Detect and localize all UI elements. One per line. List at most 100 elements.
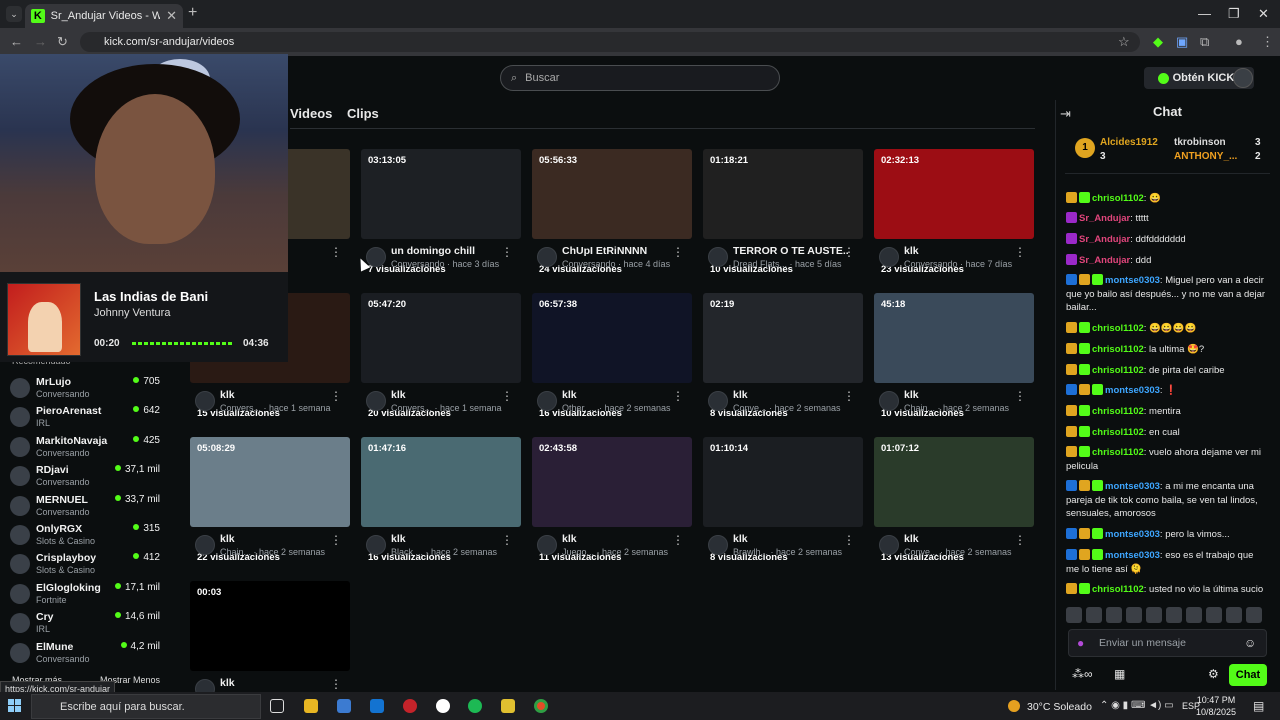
user-avatar[interactable] [1233,68,1253,88]
file-explorer-icon[interactable] [304,699,318,713]
more-options-icon[interactable]: ⋮ [843,245,855,259]
video-title[interactable]: klk [733,533,848,545]
channel-avatar[interactable] [537,535,557,555]
extensions-puzzle-icon[interactable]: ⧉ [1200,34,1209,50]
video-card[interactable]: 01:18:21 10 visualizaciones TERROR O TE AU… [703,149,863,281]
chat-username[interactable]: chrisol1102 [1092,323,1144,334]
more-options-icon[interactable]: ⋮ [672,245,684,259]
more-options-icon[interactable]: ⋮ [330,245,342,259]
video-title[interactable]: un domingo chill [391,245,506,257]
chat-username[interactable]: chrisol1102 [1092,406,1144,417]
more-options-icon[interactable]: ⋮ [330,533,342,547]
video-title[interactable]: klk [562,533,677,545]
more-options-icon[interactable]: ⋮ [501,389,513,403]
close-tab-icon[interactable]: ✕ [166,8,177,24]
more-options-icon[interactable]: ⋮ [1014,389,1026,403]
back-icon[interactable]: ← [10,34,23,49]
tab-clips[interactable]: Clips [347,106,379,121]
emote-icon[interactable] [1206,607,1222,623]
video-title[interactable]: klk [220,677,335,689]
channel-avatar[interactable] [708,247,728,267]
chat-username[interactable]: chrisol1102 [1092,447,1144,458]
chat-message-input[interactable]: Enviar un mensaje [1068,629,1267,657]
channel-avatar[interactable] [195,535,215,555]
emote-icon[interactable] [1106,607,1122,623]
video-title[interactable]: klk [733,389,848,401]
restore-icon[interactable]: ❐ [1228,6,1240,22]
emoji-picker-icon[interactable]: ☺ [1244,636,1256,650]
app-yellow-icon[interactable] [501,699,515,713]
chat-username[interactable]: chrisol1102 [1092,365,1144,376]
tray-icons[interactable]: ⌃ ◉ ▮ ⌨ ◄) ▭ [1100,700,1174,711]
more-options-icon[interactable]: ⋮ [843,533,855,547]
tab-videos[interactable]: Videos [290,106,332,121]
sidebar-channel[interactable]: Crisplayboy Slots & Casino 412 [10,552,160,580]
spotify-icon[interactable] [468,699,482,713]
video-card[interactable]: 05:08:29 22 visualizaciones klk Chain... · … [190,437,350,569]
more-options-icon[interactable]: ⋮ [501,245,513,259]
more-options-icon[interactable]: ⋮ [1014,245,1026,259]
outlook-icon[interactable] [370,699,384,713]
minimize-icon[interactable]: — [1198,6,1211,21]
video-card[interactable]: 02:19 8 visualizaciones klk Conve... · hace… [703,293,863,425]
sidebar-channel[interactable]: Cry IRL 14,6 mil [10,611,160,639]
sidebar-channel[interactable]: PieroArenast IRL 642 [10,405,160,433]
sidebar-channel[interactable]: MarkitoNavaja Conversando 425 [10,435,160,463]
video-title[interactable]: klk [562,389,677,401]
video-title[interactable]: klk [904,533,1019,545]
steam-icon[interactable] [436,699,450,713]
more-options-icon[interactable]: ⋮ [672,389,684,403]
emote-icon[interactable] [1186,607,1202,623]
chat-username[interactable]: montse0303 [1105,385,1160,396]
channel-avatar[interactable] [195,391,215,411]
more-options-icon[interactable]: ⋮ [330,389,342,403]
video-title[interactable]: klk [904,245,1019,257]
sidebar-channel[interactable]: ElMune Conversando 4,2 mil [10,641,160,669]
video-card[interactable]: 01:10:14 8 visualizaciones klk Brawlh... · … [703,437,863,569]
chat-settings-icon[interactable]: ⚙ [1208,667,1219,681]
sidebar-channel[interactable]: RDjavi Conversando 37,1 mil [10,464,160,492]
video-title[interactable]: klk [220,389,335,401]
video-card[interactable]: 01:47:16 16 visualizaciones klk Black ... ·… [361,437,521,569]
video-title[interactable]: klk [904,389,1019,401]
taskbar-clock[interactable]: 10:47 PM 10/8/2025 [1196,694,1236,718]
video-card[interactable]: 01:07:12 13 visualizaciones klk Conve... · … [874,437,1034,569]
chat-username[interactable]: Sr_Andujar [1079,255,1130,266]
more-options-icon[interactable]: ⋮ [501,533,513,547]
more-options-icon[interactable]: ⋮ [672,533,684,547]
chat-badge-icon[interactable]: ● [1077,636,1084,650]
video-title[interactable]: klk [391,389,506,401]
channel-avatar[interactable] [366,247,386,267]
notifications-icon[interactable]: ▤ [1253,699,1264,713]
url-field[interactable]: kick.com/sr-andujar/videos [80,32,1140,52]
gift-icon[interactable]: ▦ [1114,667,1125,681]
sidebar-channel[interactable]: MERNUEL Conversando 33,7 mil [10,494,160,522]
tab-search-icon[interactable]: ⌄ [6,6,22,22]
channel-avatar[interactable] [879,535,899,555]
video-card[interactable]: 02:43:58 11 visualizaciones klk Juego... · … [532,437,692,569]
chat-username[interactable]: montse0303 [1105,275,1160,286]
emote-icon[interactable] [1146,607,1162,623]
channel-avatar[interactable] [879,391,899,411]
chat-username[interactable]: chrisol1102 [1092,584,1144,595]
translate-icon[interactable]: ▣ [1176,34,1188,50]
chat-username[interactable]: chrisol1102 [1092,427,1144,438]
store-icon[interactable] [337,699,351,713]
emote-icon[interactable] [1226,607,1242,623]
sidebar-channel[interactable]: OnlyRGX Slots & Casino 315 [10,523,160,551]
profile-avatar-icon[interactable]: ● [1235,34,1243,49]
taskbar-search-input[interactable]: Escribe aquí para buscar. [31,694,261,719]
channel-avatar[interactable] [708,535,728,555]
channel-avatar[interactable] [708,391,728,411]
chat-username[interactable]: montse0303 [1105,550,1160,561]
more-options-icon[interactable]: ⋮ [330,677,342,691]
chat-username[interactable]: chrisol1102 [1092,344,1144,355]
video-title[interactable]: klk [391,533,506,545]
task-view-icon[interactable] [270,699,284,713]
extension-icon[interactable]: ◆ [1153,34,1163,50]
more-options-icon[interactable]: ⋮ [1014,533,1026,547]
video-card[interactable]: 45:18 10 visualizaciones klk Chain... · hac… [874,293,1034,425]
chrome-icon[interactable] [534,699,548,713]
chat-username[interactable]: montse0303 [1105,529,1160,540]
channel-avatar[interactable] [879,247,899,267]
